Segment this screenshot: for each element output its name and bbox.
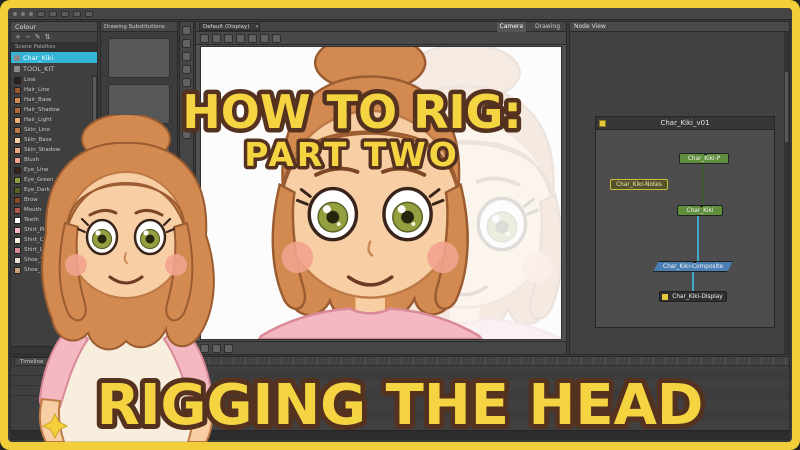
palette-toolbar: + − ✎ ⇅ bbox=[11, 32, 97, 43]
node-char-kiki-display[interactable]: Char_Kiki-Display bbox=[659, 291, 727, 302]
tool-icon[interactable] bbox=[182, 65, 191, 74]
swatch-name: Hair_Base bbox=[24, 97, 52, 103]
substitutions-panel-tab[interactable]: Drawing Substitutions bbox=[101, 22, 177, 32]
tool-icon[interactable] bbox=[182, 104, 191, 113]
swatch-color-chip bbox=[14, 86, 21, 94]
node-group: Char_Kiki_v01 Char_Kiki-P Char_Kiki-Note… bbox=[595, 116, 775, 328]
palette-icon bbox=[14, 65, 20, 72]
camera-view-toolbar bbox=[196, 32, 566, 45]
swatch-color-chip bbox=[14, 96, 21, 104]
swatch-name: Hair_Shadow bbox=[24, 107, 60, 113]
node-wire bbox=[692, 272, 694, 291]
node-char-kiki-p[interactable]: Char_Kiki-P bbox=[679, 153, 729, 164]
scene-palettes-header: Scene Palettes bbox=[11, 43, 97, 52]
view-tool-icon[interactable] bbox=[236, 33, 245, 43]
node-view-panel: Node View Char_Kiki_v01 Char_Kiki-P Char… bbox=[569, 21, 790, 355]
view-tool-icon[interactable] bbox=[224, 33, 233, 43]
tab-camera[interactable]: Camera bbox=[496, 21, 527, 32]
node-view-tab[interactable]: Node View bbox=[570, 22, 789, 32]
drawing-canvas[interactable] bbox=[200, 46, 562, 340]
palette-item-label: Char_Kiki bbox=[23, 53, 54, 62]
palette-item-char-kiki[interactable]: Char_Kiki bbox=[11, 52, 97, 63]
display-selector[interactable]: Default (Display) bbox=[199, 22, 261, 31]
window-dot-icon bbox=[29, 11, 33, 16]
node-wire bbox=[702, 164, 704, 205]
palette-icon bbox=[14, 54, 20, 61]
node-wire bbox=[697, 216, 699, 261]
node-label: Char_Kiki-Notes bbox=[616, 182, 662, 188]
window-dot-icon bbox=[21, 11, 25, 16]
tool-icon[interactable] bbox=[182, 52, 191, 61]
character-head-drawing bbox=[257, 47, 561, 339]
swatch-color-chip bbox=[14, 76, 21, 84]
node-label: Char_Kiki-P bbox=[687, 156, 721, 162]
node-label: Char_Kiki-Composite bbox=[663, 264, 723, 270]
view-tool-icon[interactable] bbox=[248, 33, 257, 43]
app-topbar bbox=[8, 8, 792, 20]
palette-item-tool-kit[interactable]: TOOL_KIT bbox=[11, 63, 97, 74]
palette-tool-icon[interactable]: ✎ bbox=[35, 32, 41, 43]
note-icon bbox=[599, 120, 606, 127]
swatch-color-chip bbox=[14, 106, 21, 114]
tool-icon[interactable] bbox=[182, 26, 191, 35]
camera-view-tabbar: Default (Display) Camera Drawing bbox=[196, 21, 566, 32]
camera-view-panel: Default (Display) Camera Drawing bbox=[195, 21, 567, 355]
view-tool-icon[interactable] bbox=[260, 33, 269, 43]
character-illustration bbox=[38, 115, 215, 442]
toolbar-icon[interactable] bbox=[61, 10, 69, 17]
view-tool-icon[interactable] bbox=[272, 33, 281, 43]
swatch-row[interactable]: Hair_Shadow bbox=[11, 105, 92, 115]
toolbar-icon[interactable] bbox=[85, 10, 93, 17]
swatch-name: Line bbox=[24, 77, 36, 83]
display-node-icon bbox=[662, 294, 668, 300]
palette-tool-icon[interactable]: + bbox=[15, 32, 21, 43]
node-char-kiki[interactable]: Char_Kiki bbox=[677, 205, 723, 216]
palette-tool-icon[interactable]: ⇅ bbox=[45, 32, 51, 43]
view-tool-icon[interactable] bbox=[212, 33, 221, 43]
swatch-row[interactable]: Hair_Base bbox=[11, 95, 92, 105]
tab-drawing[interactable]: Drawing bbox=[532, 22, 563, 32]
substitution-thumbnail[interactable] bbox=[108, 38, 170, 78]
swatch-name: Hair_Line bbox=[24, 87, 50, 93]
node-label: Char_Kiki bbox=[686, 208, 714, 214]
toolbar-icon[interactable] bbox=[73, 10, 81, 17]
tool-icon[interactable] bbox=[182, 39, 191, 48]
camera-view-statusbar bbox=[196, 341, 566, 354]
palette-item-label: TOOL_KIT bbox=[23, 64, 55, 73]
timeline-ruler[interactable] bbox=[161, 357, 789, 366]
palette-panel-tab[interactable]: Colour bbox=[11, 22, 97, 32]
palette-tool-icon[interactable]: − bbox=[25, 32, 31, 43]
thumbnail-frame: Colour + − ✎ ⇅ Scene Palettes Char_Kiki TOO… bbox=[0, 0, 800, 450]
timeline-tracks[interactable] bbox=[162, 366, 789, 430]
node-group-header[interactable]: Char_Kiki_v01 bbox=[596, 117, 774, 130]
tool-icon[interactable] bbox=[182, 91, 191, 100]
node-char-kiki-notes[interactable]: Char_Kiki-Notes bbox=[610, 179, 668, 190]
node-char-kiki-composite[interactable]: Char_Kiki-Composite bbox=[653, 261, 733, 272]
toolbar-icon[interactable] bbox=[49, 10, 57, 17]
swatch-row[interactable]: Hair_Line bbox=[11, 85, 92, 95]
view-tool-icon[interactable] bbox=[200, 33, 209, 43]
node-view-scrollbar[interactable] bbox=[784, 32, 789, 354]
window-dot-icon bbox=[13, 11, 17, 16]
swatch-row[interactable]: Line bbox=[11, 75, 92, 85]
node-group-title: Char_Kiki_v01 bbox=[660, 119, 710, 127]
tool-icon[interactable] bbox=[182, 78, 191, 87]
node-label: Char_Kiki-Display bbox=[672, 294, 723, 300]
toolbar-icon[interactable] bbox=[37, 10, 45, 17]
